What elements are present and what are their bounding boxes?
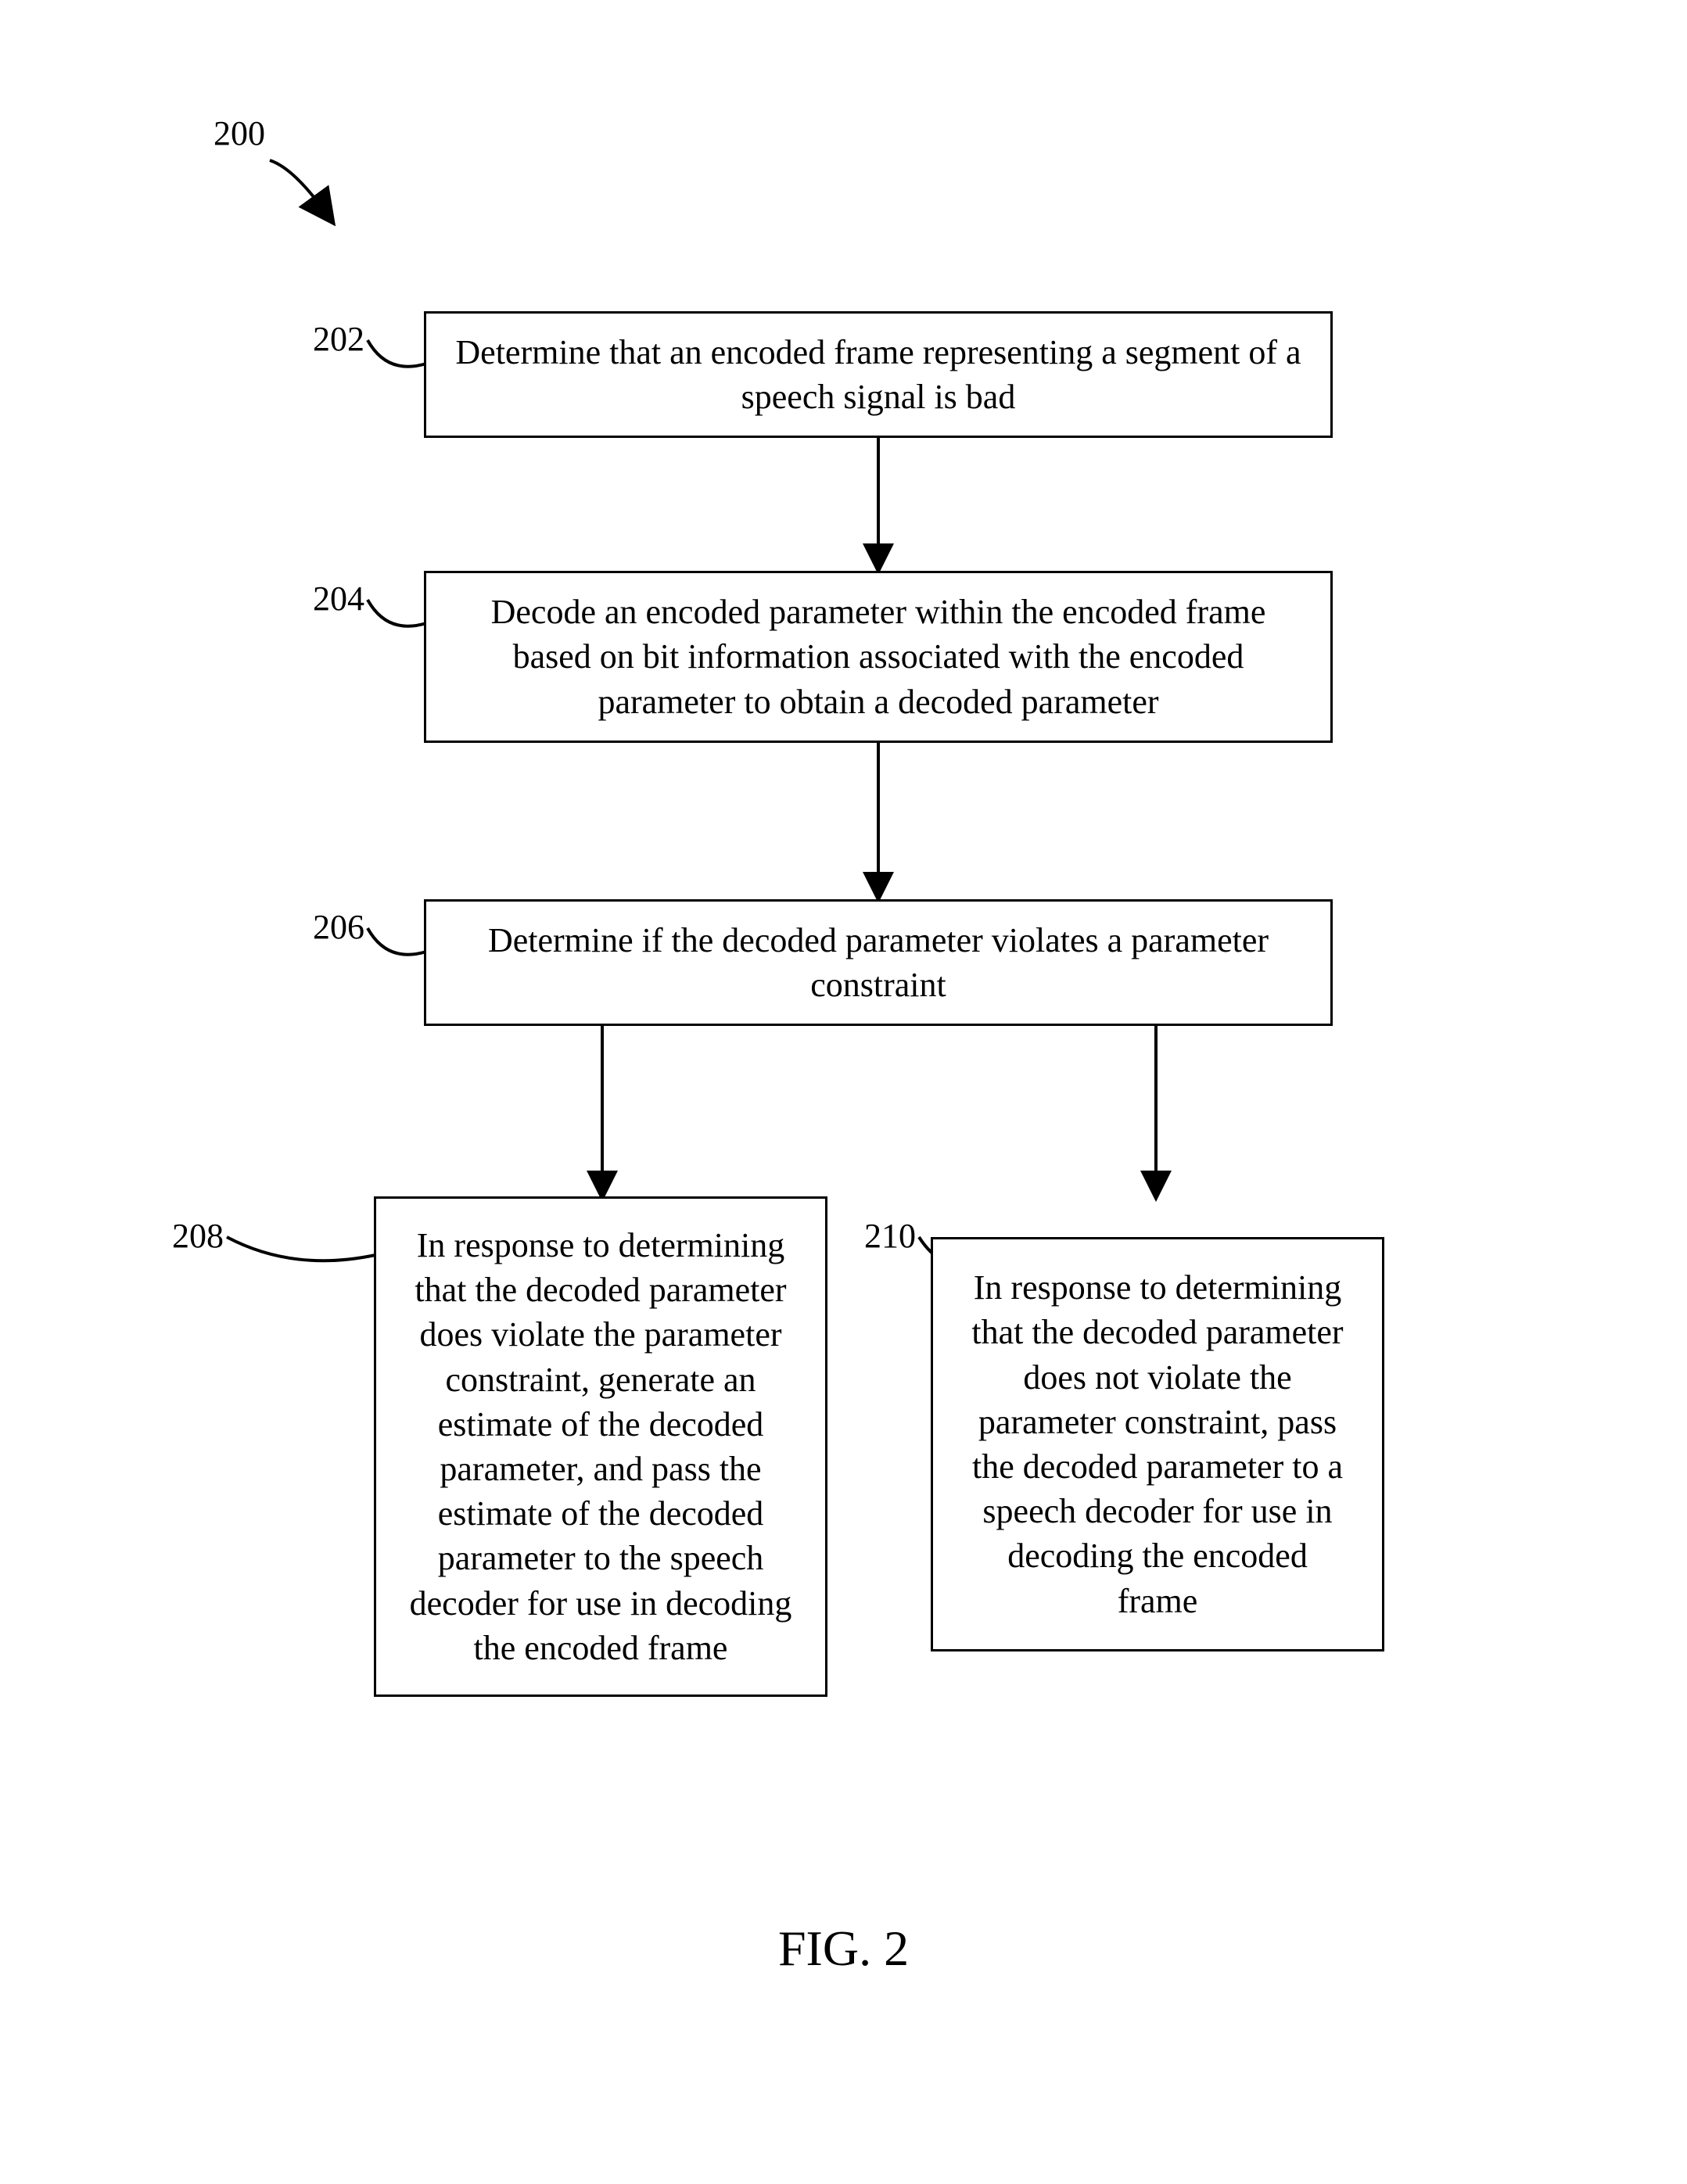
box-text-206: Determine if the decoded parameter viola… xyxy=(450,918,1307,1007)
ref-label-206: 206 xyxy=(313,907,364,947)
figure-title: FIG. 2 xyxy=(0,1920,1687,1978)
figure-number-arrow xyxy=(262,152,348,238)
ref-label-204: 204 xyxy=(313,579,364,619)
branch-arrows-206 xyxy=(461,1026,1298,1198)
flowchart-box-210: In response to determining that the deco… xyxy=(931,1237,1384,1651)
arrow-204-206 xyxy=(867,743,890,899)
ref-label-210: 210 xyxy=(864,1216,916,1256)
ref-label-202: 202 xyxy=(313,319,364,359)
flowchart-box-208: In response to determining that the deco… xyxy=(374,1196,827,1697)
box-text-204: Decode an encoded parameter within the e… xyxy=(450,590,1307,724)
box-text-208: In response to determining that the deco… xyxy=(407,1223,794,1670)
box-text-202: Determine that an encoded frame represen… xyxy=(450,330,1307,419)
arrow-202-204 xyxy=(867,438,890,571)
box-text-210: In response to determining that the deco… xyxy=(964,1265,1351,1623)
flowchart-box-202: Determine that an encoded frame represen… xyxy=(424,311,1333,438)
figure-number-label: 200 xyxy=(214,113,265,153)
callout-208 xyxy=(223,1225,379,1280)
flowchart-box-206: Determine if the decoded parameter viola… xyxy=(424,899,1333,1026)
flowchart-box-204: Decode an encoded parameter within the e… xyxy=(424,571,1333,743)
ref-label-208: 208 xyxy=(172,1216,224,1256)
